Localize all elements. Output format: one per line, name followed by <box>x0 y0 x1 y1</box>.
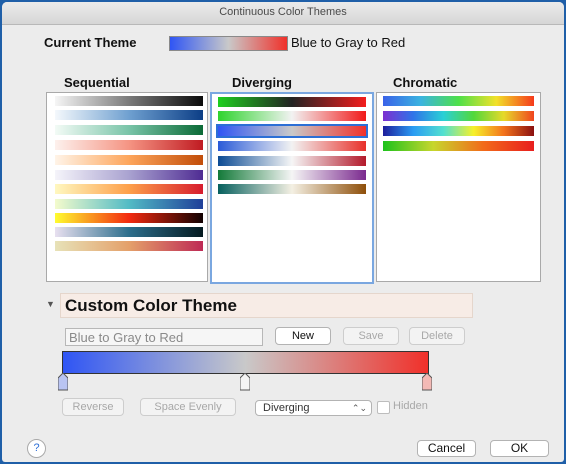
theme-swatch[interactable] <box>55 170 203 180</box>
space-evenly-button[interactable]: Space Evenly <box>140 398 236 416</box>
dialog-window: Continuous Color Themes Current Theme Bl… <box>2 2 564 462</box>
theme-swatch[interactable] <box>383 141 534 151</box>
theme-swatch[interactable] <box>55 125 203 135</box>
delete-button[interactable]: Delete <box>409 327 465 345</box>
hidden-label: Hidden <box>393 400 428 412</box>
theme-swatch[interactable] <box>55 227 203 237</box>
sequential-title: Sequential <box>64 75 130 90</box>
disclosure-triangle-down-icon[interactable]: ▼ <box>46 299 55 309</box>
color-stop-handle-blue[interactable] <box>58 373 68 391</box>
theme-swatch[interactable] <box>55 241 203 251</box>
help-button[interactable]: ? <box>27 439 46 458</box>
theme-swatch[interactable] <box>218 97 366 107</box>
theme-swatch-selected[interactable] <box>216 124 368 138</box>
theme-swatch[interactable] <box>218 141 366 151</box>
theme-swatch[interactable] <box>55 199 203 209</box>
theme-swatch[interactable] <box>218 170 366 180</box>
theme-swatch[interactable] <box>218 184 366 194</box>
cancel-button[interactable]: Cancel <box>417 440 476 457</box>
current-theme-label: Current Theme <box>44 35 137 50</box>
save-button[interactable]: Save <box>343 327 399 345</box>
reverse-button[interactable]: Reverse <box>62 398 124 416</box>
theme-swatch[interactable] <box>383 96 534 106</box>
updown-arrows-icon: ⌃⌄ <box>351 403 367 413</box>
diverging-title: Diverging <box>232 75 292 90</box>
chromatic-list[interactable] <box>376 92 541 282</box>
theme-name-field[interactable] <box>65 328 263 346</box>
theme-type-select[interactable]: Diverging ⌃⌄ <box>255 400 372 416</box>
theme-swatch[interactable] <box>55 213 203 223</box>
current-theme-swatch <box>169 36 288 51</box>
theme-type-value: Diverging <box>263 402 310 414</box>
theme-swatch[interactable] <box>383 111 534 121</box>
theme-swatch[interactable] <box>383 126 534 136</box>
custom-theme-header: Custom Color Theme <box>60 293 473 318</box>
chromatic-title: Chromatic <box>393 75 458 90</box>
theme-swatch[interactable] <box>218 111 366 121</box>
theme-swatch[interactable] <box>55 140 203 150</box>
color-stop-handle-gray[interactable] <box>240 373 250 391</box>
custom-theme-title: Custom Color Theme <box>65 296 237 315</box>
title-bar[interactable]: Continuous Color Themes <box>2 2 564 25</box>
theme-swatch[interactable] <box>218 156 366 166</box>
hidden-checkbox[interactable] <box>377 401 390 414</box>
theme-swatch[interactable] <box>55 110 203 120</box>
theme-swatch[interactable] <box>55 96 203 106</box>
current-theme-name: Blue to Gray to Red <box>291 35 406 50</box>
new-button[interactable]: New <box>275 327 331 345</box>
theme-swatch[interactable] <box>55 155 203 165</box>
color-stop-handle-red[interactable] <box>422 373 432 391</box>
diverging-list[interactable] <box>210 92 374 284</box>
theme-swatch[interactable] <box>55 184 203 194</box>
gradient-preview <box>62 351 429 374</box>
window-title: Continuous Color Themes <box>219 6 347 18</box>
ok-button[interactable]: OK <box>490 440 549 457</box>
sequential-list[interactable] <box>46 92 208 282</box>
